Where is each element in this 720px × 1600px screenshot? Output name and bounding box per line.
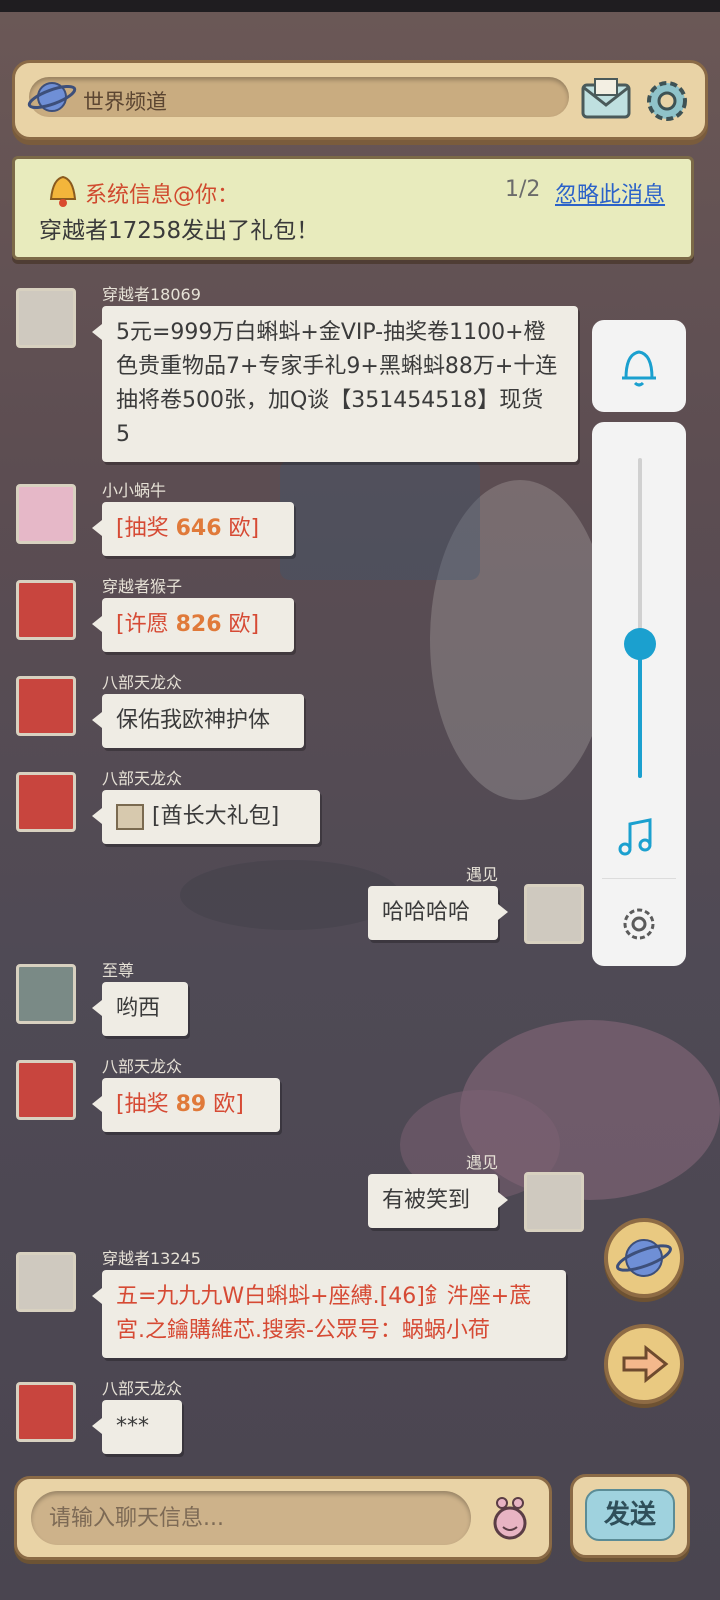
lottery-number: 89 — [175, 1092, 207, 1117]
lottery-suffix: 欧] — [221, 516, 260, 541]
sender-name: 遇见 — [466, 1153, 499, 1172]
audio-settings-gear-icon[interactable] — [592, 894, 686, 954]
lottery-prefix: [抽奖 — [116, 516, 176, 541]
system-notice-title: 系统信息@你： — [85, 183, 240, 208]
message-bubble: [许愿 826 欧] — [92, 598, 294, 652]
sender-name: 遇见 — [466, 865, 499, 884]
message-bubble: 哟西 — [92, 982, 188, 1036]
sender-name: 小小蜗牛 — [102, 481, 167, 500]
avatar[interactable] — [16, 772, 76, 832]
message-bubble: 有被笑到 — [368, 1174, 508, 1228]
stone-shape — [180, 860, 400, 930]
avatar[interactable] — [16, 964, 76, 1024]
arrow-right-icon — [622, 1344, 669, 1384]
lottery-suffix: 欧] — [206, 1092, 244, 1117]
channel-header: 世界频道 — [12, 60, 708, 140]
sender-name: 八部天龙众 — [102, 673, 183, 692]
wish-number: 826 — [175, 612, 222, 637]
avatar[interactable] — [16, 288, 76, 348]
sender-name: 八部天龙众 — [102, 1379, 183, 1398]
avatar[interactable] — [16, 676, 76, 736]
wish-prefix: [许愿 — [116, 612, 176, 637]
avatar[interactable] — [16, 580, 76, 640]
message-bubble: [抽奖 646 欧] — [92, 502, 294, 556]
world-planet-button[interactable] — [604, 1218, 684, 1298]
notification-bell-panel[interactable] — [592, 320, 686, 412]
notice-bell-icon — [49, 175, 77, 207]
bell-icon — [622, 350, 656, 387]
message-bubble: 5元=999万白蝌蚪+金VIP-抽奖卷1100+橙色贵重物品7+专家手礼9+黑蝌… — [92, 306, 578, 462]
system-notice-count: 1/2 — [505, 177, 541, 202]
sender-name: 八部天龙众 — [102, 1057, 183, 1076]
sender-name: 穿越者猴子 — [102, 577, 183, 596]
music-note-icon[interactable] — [592, 808, 686, 868]
message-bubble: [抽奖 89 欧] — [92, 1078, 280, 1132]
gift-box-icon — [116, 804, 144, 830]
avatar[interactable] — [16, 1060, 76, 1120]
wish-suffix: 欧] — [221, 612, 260, 637]
chat-input[interactable] — [31, 1491, 471, 1545]
system-notice: 系统信息@你： 1/2 忽略此消息 穿越者17258发出了礼包！ — [12, 156, 694, 260]
sender-name: 穿越者13245 — [102, 1249, 201, 1268]
message-bubble: 五=九九九W白蝌蚪+座縛.[46]釒汼座+菧宮.之鑰購維芯.搜索-公眾号：蜗蜗小… — [92, 1270, 566, 1358]
volume-slider-knob[interactable] — [624, 627, 656, 660]
lottery-number: 646 — [175, 516, 222, 541]
avatar[interactable] — [524, 884, 584, 944]
message-bubble: 哈哈哈哈 — [368, 886, 508, 940]
sender-name: 八部天龙众 — [102, 769, 183, 788]
volume-slider-fill — [638, 643, 642, 778]
message-bubble: 保佑我欧神护体 — [92, 694, 304, 748]
ignore-message-link[interactable]: 忽略此消息 — [555, 177, 665, 209]
snail-emoji-icon[interactable] — [485, 1493, 535, 1543]
settings-gear-icon[interactable] — [639, 73, 695, 129]
status-strip — [0, 0, 720, 12]
chat-input-bar — [14, 1476, 552, 1560]
sender-name: 穿越者18069 — [102, 285, 201, 304]
send-button[interactable]: 发送 — [585, 1489, 675, 1541]
avatar[interactable] — [16, 484, 76, 544]
system-notice-message: 穿越者17258发出了礼包！ — [39, 218, 320, 244]
avatar[interactable] — [16, 1382, 76, 1442]
message-bubble: *** — [92, 1400, 182, 1454]
send-button-frame: 发送 — [570, 1474, 690, 1558]
avatar[interactable] — [524, 1172, 584, 1232]
avatar[interactable] — [16, 1252, 76, 1312]
planet-icon — [616, 1239, 672, 1277]
volume-panel — [592, 422, 686, 966]
message-bubble[interactable]: [酋长大礼包] — [92, 790, 320, 844]
sender-name: 至尊 — [102, 961, 135, 980]
panel-divider — [602, 878, 676, 879]
gift-pack-label: [酋长大礼包] — [152, 804, 280, 829]
sign-shape — [280, 460, 480, 580]
channel-label: 世界频道 — [83, 90, 167, 114]
planet-icon — [27, 82, 77, 112]
forward-arrow-button[interactable] — [604, 1324, 684, 1404]
lottery-prefix: [抽奖 — [116, 1092, 176, 1117]
mail-icon[interactable] — [579, 77, 633, 123]
